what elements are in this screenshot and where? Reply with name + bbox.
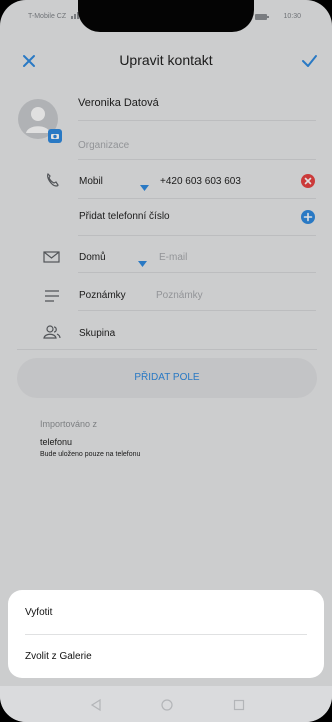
photo-options-sheet: Vyfotit Zvolit z Galerie	[8, 590, 324, 678]
take-photo-option[interactable]: Vyfotit	[25, 607, 52, 618]
sheet-divider	[25, 634, 307, 635]
phone-screen: T-Mobile CZ 10:30 Upravit kontakt Veroni…	[0, 0, 332, 722]
home-nav-icon[interactable]	[160, 698, 174, 712]
navigation-bar	[0, 686, 332, 722]
choose-gallery-option[interactable]: Zvolit z Galerie	[25, 651, 92, 662]
recents-nav-icon[interactable]	[232, 698, 246, 712]
back-nav-icon[interactable]	[89, 698, 103, 712]
